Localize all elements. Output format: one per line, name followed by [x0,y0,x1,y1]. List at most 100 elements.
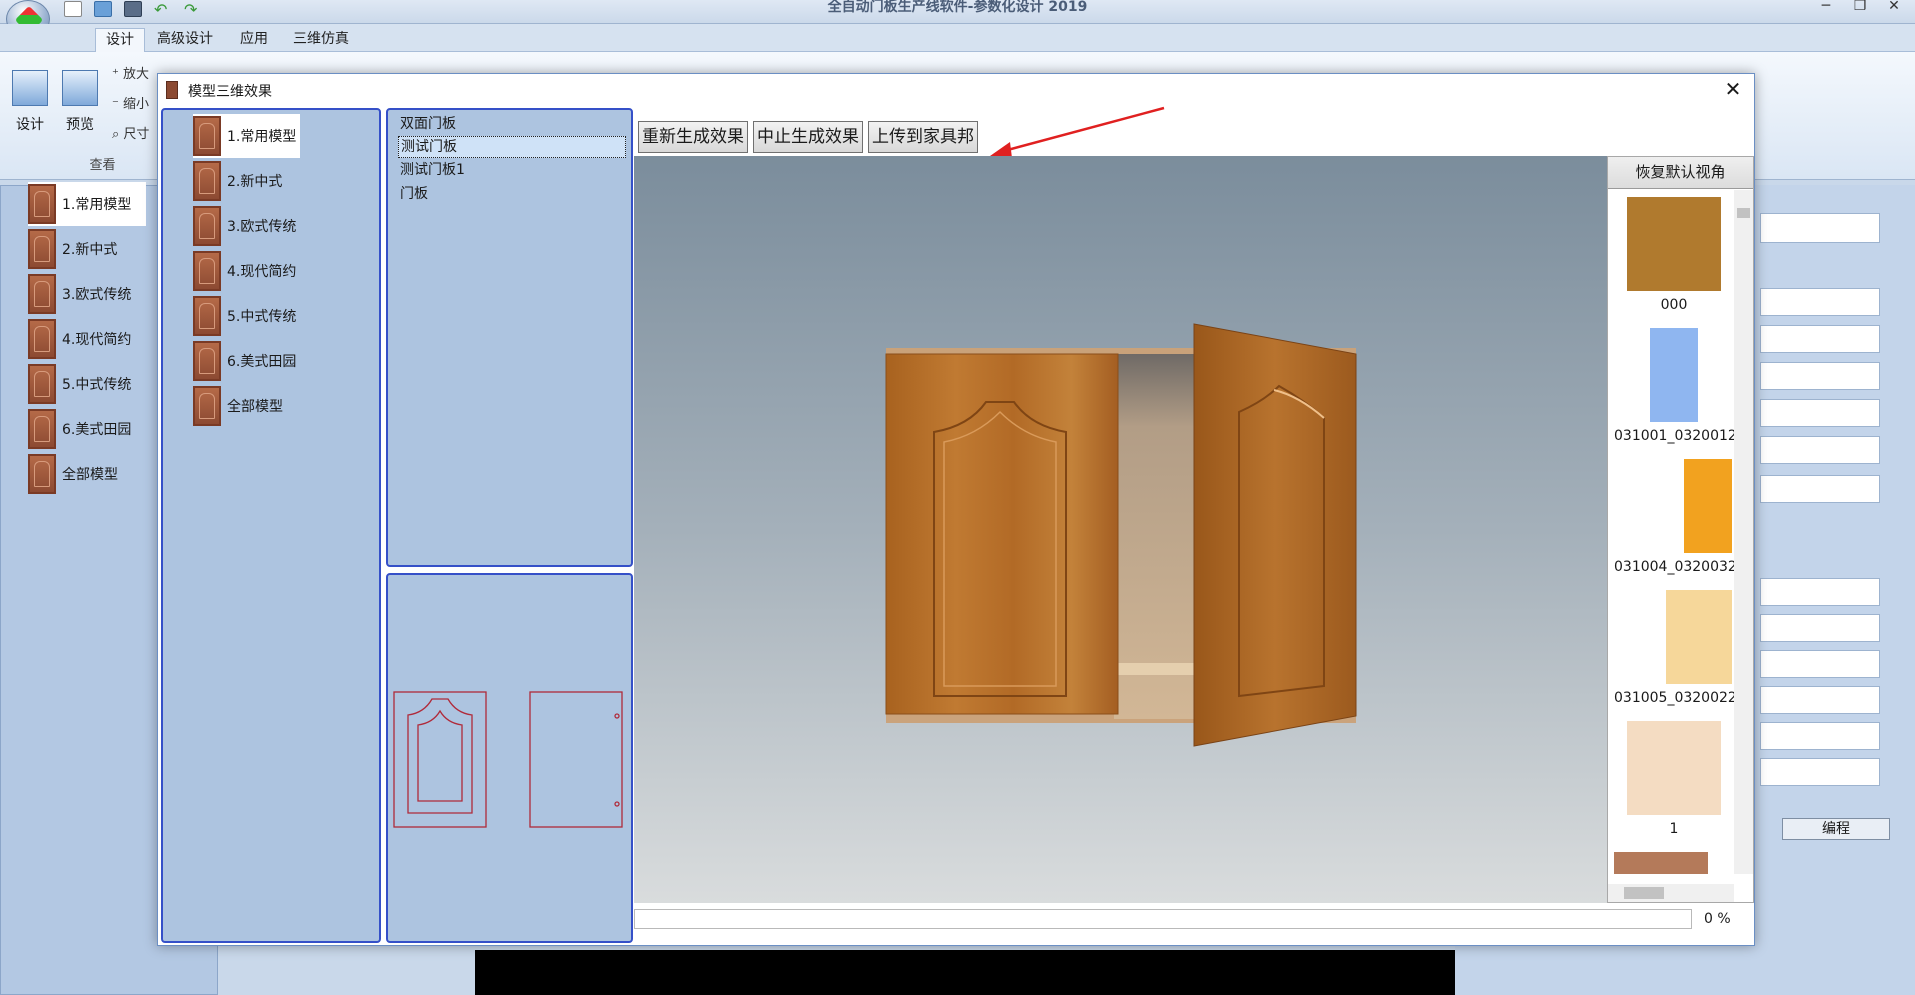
door-list-item[interactable]: 测试门板1 [398,160,467,182]
door-thumbnail [28,184,56,224]
property-field[interactable] [1760,399,1880,427]
material-swatch [1627,721,1721,815]
dimension-label: 尺寸 [123,127,150,142]
tree-item[interactable]: 4.现代简约 [28,317,131,361]
back-door-outline [529,691,623,828]
app-title: 全自动门板生产线软件-参数化设计 2019 [827,0,1088,15]
door-2d-preview [386,573,633,943]
new-file-icon[interactable] [64,1,82,17]
tab-3d-simulation[interactable]: 三维仿真 [283,28,359,52]
hinge-hole [614,801,620,807]
progress-percent: 0 % [1704,911,1731,927]
material-name: 1 [1669,821,1679,837]
door-thumbnail [193,386,221,426]
category-item[interactable]: 1.常用模型 [193,114,301,158]
property-field[interactable] [1760,614,1880,642]
tree-item-label: 3.欧式传统 [62,287,132,303]
tree-item[interactable]: 2.新中式 [28,227,117,271]
material-swatch [1666,590,1732,684]
preview-button[interactable]: 预览 [60,70,100,134]
door-list-item[interactable]: 测试门板 [398,136,626,158]
category-label: 2.新中式 [227,174,283,190]
material-item[interactable]: 000 [1614,197,1734,313]
save-icon[interactable] [124,1,142,17]
property-field[interactable] [1760,686,1880,714]
category-item[interactable]: 2.新中式 [193,159,282,203]
door-thumbnail [193,341,221,381]
tree-item-label: 6.美式田园 [62,422,132,438]
material-item[interactable]: 031005_0320022 [1614,590,1734,706]
door-list-item[interactable]: 双面门板 [398,114,458,136]
zoom-in-label: 放大 [123,67,150,82]
tree-item[interactable]: 1.常用模型 [28,182,146,226]
tab-advanced-design[interactable]: 高级设计 [147,28,223,52]
tree-item[interactable]: 6.美式田园 [28,407,131,451]
category-item[interactable]: 6.美式田园 [193,339,296,383]
upload-jiajubang-button[interactable]: 上传到家具邦 [868,121,978,153]
restore-default-view-button[interactable]: 恢复默认视角 [1608,157,1753,189]
scrollbar-thumb[interactable] [1737,208,1750,218]
app-titlebar: 全自动门板生产线软件-参数化设计 2019 ─ ❐ ✕ [0,0,1915,24]
property-field[interactable] [1760,650,1880,678]
redo-icon[interactable]: ↷ [184,0,197,19]
tree-item[interactable]: 3.欧式传统 [28,272,131,316]
cabinet-shelf [1114,663,1194,675]
category-item[interactable]: 5.中式传统 [193,294,296,338]
door-thumbnail [193,296,221,336]
preview-icon [62,70,98,106]
tree-item[interactable]: 5.中式传统 [28,362,131,406]
dialog-close-button[interactable]: ✕ [1718,76,1748,102]
property-field[interactable] [1760,362,1880,390]
property-field[interactable] [1760,722,1880,750]
material-vertical-scrollbar[interactable] [1734,190,1753,874]
material-name: 031005_0320022 [1614,690,1734,706]
property-field[interactable] [1760,436,1880,464]
material-name: 031001_0320012 [1614,428,1734,444]
material-name: 031004_0320032 [1614,559,1734,575]
render-progress-bar [634,909,1692,929]
model-3d-dialog: 模型三维效果 ✕ 1.常用模型 2.新中式 3.欧式传统 4.现代简约 5.中式… [157,73,1755,946]
door-list-item[interactable]: 门板 [398,184,430,206]
dimension-button[interactable]: ⌕ 尺寸 [112,124,149,146]
door-thumbnail [28,229,56,269]
category-item[interactable]: 全部模型 [193,384,283,428]
console-area [475,950,1455,995]
category-item[interactable]: 4.现代简约 [193,249,296,293]
tab-application[interactable]: 应用 [230,28,278,52]
dialog-title: 模型三维效果 [188,84,272,100]
category-item[interactable]: 3.欧式传统 [193,204,296,248]
zoom-out-button[interactable]: ⁻ 缩小 [112,94,149,116]
material-item[interactable]: 031001_0320012 [1614,328,1734,444]
property-select[interactable] [1760,288,1880,316]
zoom-in-button[interactable]: ⁺ 放大 [112,64,149,86]
material-horizontal-scrollbar[interactable] [1608,884,1734,902]
design-icon [12,70,48,106]
tree-item[interactable]: 全部模型 [28,452,118,496]
door-thumbnail [28,319,56,359]
door-thumbnail [28,409,56,449]
design-label: 设计 [16,117,44,133]
property-field[interactable] [1760,475,1880,503]
edit-program-button[interactable]: 编程 [1782,818,1890,840]
undo-icon[interactable]: ↶ [154,0,167,19]
app-close-button[interactable]: ✕ [1874,0,1914,14]
hinge-hole [614,713,620,719]
preview-label: 预览 [66,117,94,133]
property-select[interactable] [1760,213,1880,243]
open-file-icon[interactable] [94,1,112,17]
stop-effect-button[interactable]: 中止生成效果 [753,121,863,153]
material-item[interactable]: 031004_0320032 [1614,459,1734,575]
dialog-titlebar: 模型三维效果 ✕ [158,74,1754,104]
magnifier-icon: ⌕ [112,127,120,142]
property-field[interactable] [1760,578,1880,606]
3d-viewport[interactable] [634,156,1750,903]
material-swatch-partial [1614,852,1708,874]
property-field[interactable] [1760,758,1880,786]
scrollbar-thumb[interactable] [1624,887,1664,899]
regenerate-effect-button[interactable]: 重新生成效果 [638,121,748,153]
property-select[interactable] [1760,325,1880,353]
material-item[interactable]: 1 [1614,721,1734,837]
tree-item-label: 5.中式传统 [62,377,132,393]
design-button[interactable]: 设计 [10,70,50,134]
tab-design[interactable]: 设计 [95,28,145,52]
